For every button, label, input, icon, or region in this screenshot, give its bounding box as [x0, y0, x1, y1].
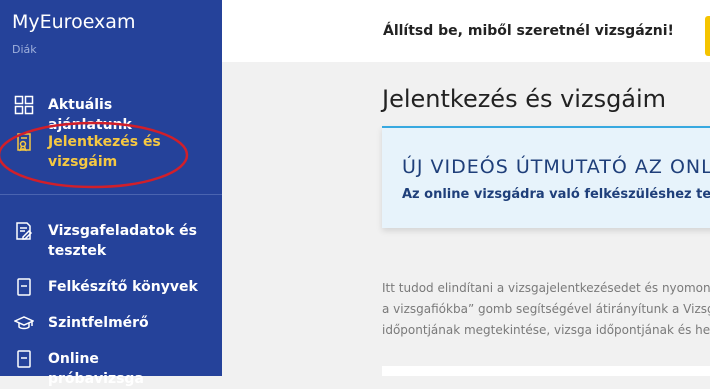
annotation-ellipse	[0, 121, 189, 189]
edit-document-icon	[14, 221, 34, 241]
sidebar-item-label: Felkészítő könyvek	[48, 279, 198, 295]
sidebar-item-label: Online próbavizsga	[48, 351, 144, 387]
brand-title[interactable]: MyEuroexam	[12, 11, 135, 33]
intro-text-line: időpontjának megtekintése, vizsga időpon…	[382, 323, 710, 337]
grid-icon	[14, 95, 34, 115]
video-guide-subtitle: Az online vizsgádra való felkészüléshez …	[402, 187, 710, 202]
main-content: Állítsd be, miből szeretnél vizsgázni! J…	[222, 0, 710, 376]
sidebar-item-exercises[interactable]: Vizsgafeladatok és tesztek	[14, 221, 198, 261]
sidebar-item-label: Vizsgafeladatok és tesztek	[48, 223, 197, 259]
graduation-cap-icon	[14, 313, 34, 333]
exam-selection-button[interactable]	[705, 16, 710, 56]
sidebar-item-mock-exam[interactable]: Online próbavizsga	[14, 349, 198, 389]
book-icon	[14, 349, 34, 369]
book-icon	[14, 277, 34, 297]
video-guide-card[interactable]: ÚJ VIDEÓS ÚTMUTATÓ AZ ONLINE Az online v…	[382, 126, 710, 228]
sidebar-item-books[interactable]: Felkészítő könyvek	[14, 277, 198, 297]
content-card	[382, 366, 710, 376]
sidebar-item-label: Szintfelmérő	[48, 315, 149, 331]
video-guide-title: ÚJ VIDEÓS ÚTMUTATÓ AZ ONLINE	[402, 156, 710, 178]
sidebar-divider	[0, 194, 222, 195]
sidebar: MyEuroexam Diák Aktuális ajánlatunk Jele…	[0, 0, 222, 387]
user-role: Diák	[12, 43, 37, 56]
page-title: Jelentkezés és vizsgáim	[382, 85, 667, 113]
exam-selection-prompt[interactable]: Állítsd be, miből szeretnél vizsgázni!	[383, 23, 674, 39]
top-bar: Állítsd be, miből szeretnél vizsgázni!	[222, 0, 710, 62]
intro-text-line: a vizsgafiókba” gomb segítségével átirán…	[382, 302, 710, 316]
sidebar-item-level-test[interactable]: Szintfelmérő	[14, 313, 198, 333]
intro-text-line: Itt tudod elindítani a vizsgajelentkezés…	[382, 281, 710, 295]
